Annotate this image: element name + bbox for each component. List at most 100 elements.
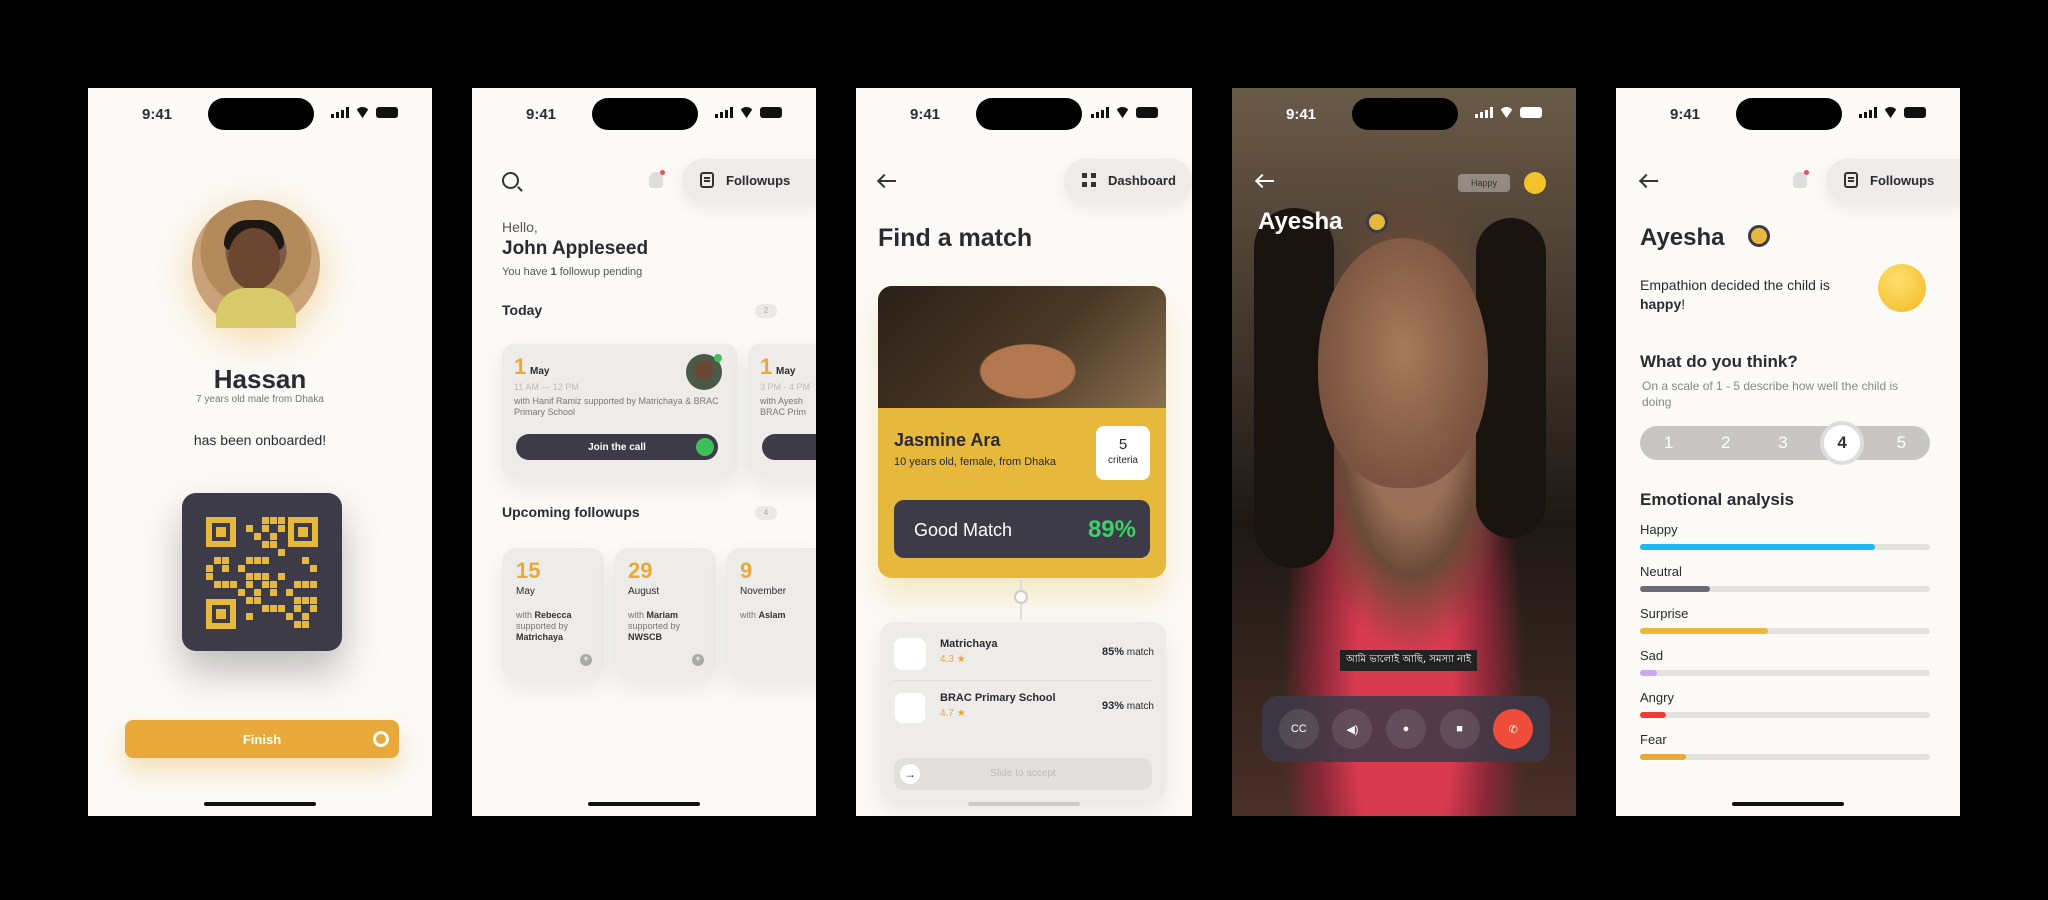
star-icon: ★ — [956, 708, 966, 719]
emotion-row: Fear — [1640, 732, 1930, 768]
emotion-label: Happy — [1640, 522, 1678, 537]
list-item[interactable]: BRAC Primary School 4.7 ★ 93% match — [894, 688, 1154, 736]
user-name: John Appleseed — [502, 238, 649, 259]
criteria-badge: 5 criteria — [1096, 426, 1150, 480]
find-match-screen: 9:41 Dashboard Find a match Jasmine Ara … — [856, 88, 1192, 816]
microphone-icon[interactable]: ● — [1385, 709, 1426, 749]
signal-icon — [1859, 107, 1877, 118]
emotion-label: Surprise — [1640, 606, 1689, 621]
followups-button[interactable]: Followups — [1826, 159, 1960, 201]
search-icon[interactable] — [502, 172, 519, 189]
emotion-row: Neutral — [1640, 564, 1930, 600]
page-title: Find a match — [878, 224, 1033, 252]
dynamic-island — [1352, 98, 1458, 130]
status-time: 9:41 — [142, 106, 173, 123]
child-name: Ayesha — [1640, 224, 1725, 251]
emotion-track — [1640, 670, 1930, 676]
scale-option[interactable]: 1 — [1649, 433, 1689, 453]
dynamic-island — [208, 98, 314, 130]
home-indicator — [588, 802, 700, 806]
child-name: Hassan — [213, 364, 307, 394]
match-card[interactable]: Jasmine Ara 10 years old, female, from D… — [878, 286, 1166, 578]
analysis-heading: Emotional analysis — [1640, 490, 1794, 509]
list-item[interactable]: Matrichaya 4.3 ★ 85% match — [894, 634, 1154, 682]
signal-icon — [331, 107, 349, 118]
scale-option-selected[interactable]: 4 — [1820, 421, 1865, 465]
tree-logo-icon — [894, 638, 926, 670]
back-arrow-icon[interactable] — [1640, 174, 1658, 188]
add-icon[interactable]: + — [580, 654, 592, 666]
rating-scale: 1 2 3 4 5 — [1640, 421, 1930, 465]
speaker-icon[interactable]: ◀) — [1332, 709, 1373, 749]
home-indicator — [1732, 802, 1844, 806]
followups-button[interactable]: Followups — [682, 159, 816, 201]
dynamic-island — [1736, 98, 1842, 130]
scale-option[interactable]: 2 — [1706, 433, 1746, 453]
upcoming-card[interactable]: 9 November with Aslam — [726, 548, 816, 678]
onboarded-screen: 9:41 Hassan 7 years old male from Dhaka … — [88, 88, 432, 816]
emotion-label: Fear — [1640, 732, 1667, 747]
join-call-button[interactable] — [762, 434, 816, 460]
upcoming-card[interactable]: 15 May with Rebecca supported by Matrich… — [502, 548, 604, 678]
slide-to-accept[interactable]: → Slide to accept — [894, 758, 1152, 790]
video-call-screen: 9:41 Happy Ayesha আমি ভালোই আছি, সমস্যা … — [1232, 88, 1576, 816]
card-participants: with Hanif Ramiz supported by Matrichaya… — [514, 396, 719, 417]
today-heading: Today — [502, 302, 543, 318]
back-arrow-icon[interactable] — [1256, 174, 1274, 188]
cc-button[interactable]: CC — [1278, 709, 1319, 749]
wifi-icon — [1499, 107, 1514, 118]
today-card[interactable]: 1 May 3 PM - 4 PM with Ayesh BRAC Prim — [748, 344, 816, 476]
status-bar: 9:41 — [856, 88, 1192, 140]
smiley-icon — [1524, 172, 1546, 194]
emotion-decision: Empathion decided the child is happy! — [1640, 277, 1830, 312]
brac-logo-icon — [894, 692, 926, 724]
emotion-track — [1640, 754, 1930, 760]
today-card[interactable]: 1 May 11 AM — 12 PM with Hanif Ramiz sup… — [502, 344, 738, 476]
dashboard-button[interactable]: Dashboard — [1064, 159, 1192, 201]
bell-icon[interactable] — [649, 170, 665, 188]
connector — [1014, 580, 1028, 620]
bell-icon[interactable] — [1793, 170, 1809, 188]
match-subtitle: 10 years old, female, from Dhaka — [894, 456, 1057, 468]
add-icon[interactable]: + — [692, 654, 704, 666]
camera-icon[interactable]: ■ — [1439, 709, 1480, 749]
finish-button[interactable]: Finish — [125, 720, 399, 758]
child-avatar — [192, 200, 320, 328]
back-arrow-icon[interactable] — [878, 174, 896, 188]
pending-text: You have 1 followup pending — [502, 266, 643, 278]
call-controls: CC ◀) ● ■ ✆ — [1262, 696, 1550, 762]
wifi-icon — [1115, 107, 1130, 118]
phone-icon — [696, 438, 714, 456]
today-count-badge: 2 — [755, 304, 777, 318]
end-call-icon[interactable]: ✆ — [1493, 709, 1534, 749]
wifi-icon — [1883, 107, 1898, 118]
document-icon — [700, 172, 714, 188]
smiley-icon — [1878, 264, 1926, 312]
emotion-track — [1640, 544, 1930, 550]
battery-icon — [1904, 107, 1926, 118]
avatar — [686, 354, 722, 390]
feedback-screen: 9:41 Followups Ayesha Empathion decided … — [1616, 88, 1960, 816]
emotion-track — [1640, 586, 1930, 592]
qr-code — [182, 493, 342, 651]
emotion-fill — [1640, 586, 1710, 592]
emotion-badge: Happy — [1458, 174, 1510, 192]
status-time: 9:41 — [910, 106, 941, 123]
match-score: Good Match 89% — [894, 500, 1150, 558]
scale-option[interactable]: 3 — [1763, 433, 1803, 453]
status-bar: 9:41 — [88, 88, 432, 140]
scale-option[interactable]: 5 — [1881, 433, 1921, 453]
status-time: 9:41 — [526, 106, 557, 123]
home-screen: 9:41 Followups Hello, John Appleseed You… — [472, 88, 816, 816]
upcoming-card[interactable]: 29 August with Mariam supported by NWSCB… — [614, 548, 716, 678]
emotion-row: Happy — [1640, 522, 1930, 558]
ring-icon — [373, 731, 389, 747]
signal-icon — [1091, 107, 1109, 118]
emotion-track — [1640, 712, 1930, 718]
join-call-button[interactable]: Join the call — [516, 434, 718, 460]
star-icon: ★ — [956, 654, 966, 665]
emotion-row: Surprise — [1640, 606, 1930, 642]
emotion-row: Sad — [1640, 648, 1930, 684]
grid-icon — [1082, 173, 1096, 187]
emotion-fill — [1640, 670, 1658, 676]
